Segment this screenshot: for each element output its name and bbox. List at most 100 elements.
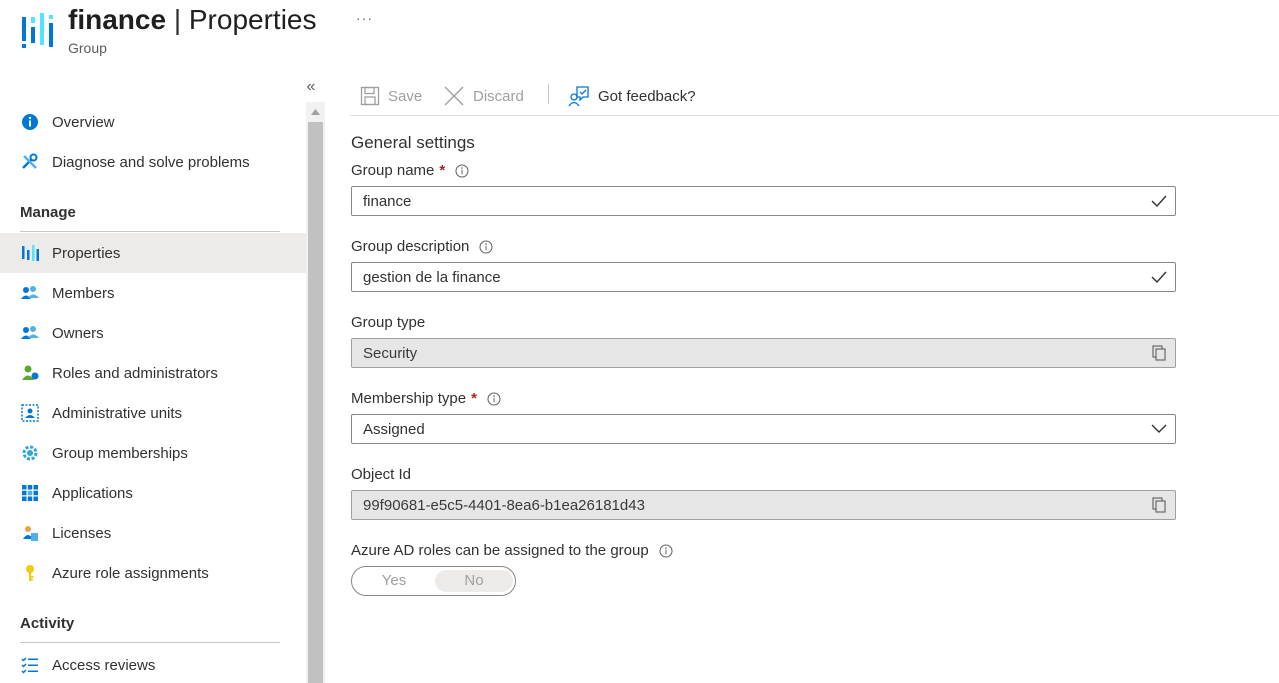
group-name-value: finance [363,192,412,210]
more-options-button[interactable]: ··· [356,10,376,30]
resource-name: finance [68,4,167,35]
gear-icon [20,443,40,463]
object-id-label: Object Id [351,466,411,483]
info-icon[interactable] [455,164,469,178]
group-name-input[interactable]: finance [351,186,1176,216]
sidebar-item-group-memberships[interactable]: Group memberships [0,433,306,473]
properties-icon [20,243,40,263]
toggle-option-yes[interactable]: Yes [355,570,433,592]
checklist-icon [20,655,40,675]
checkmark-icon [1151,269,1167,285]
sidebar-item-overview[interactable]: Overview [0,102,306,142]
admin-units-icon [20,403,40,423]
azure-ad-roles-label-text: Azure AD roles can be assigned to the gr… [351,542,649,559]
sidebar-item-azure-role-assignments[interactable]: Azure role assignments [0,553,306,593]
toggle-option-no[interactable]: No [435,570,513,592]
group-name-label: Group name * [351,162,469,179]
apps-grid-icon [20,483,40,503]
sidebar-item-label: Applications [52,484,133,502]
sidebar-item-label: Overview [52,113,115,131]
section-divider [20,642,280,643]
page-name: Properties [188,4,317,35]
sidebar-item-administrative-units[interactable]: Administrative units [0,393,306,433]
azure-ad-roles-toggle[interactable]: Yes No [351,566,516,596]
group-name-label-text: Group name [351,162,435,179]
sidebar-item-label: Properties [52,244,121,262]
sidebar-item-label: Group memberships [52,444,188,462]
group-type-label: Group type [351,314,425,331]
licenses-icon [20,523,40,543]
membership-type-label-text: Membership type [351,390,467,407]
feedback-label: Got feedback? [598,87,696,105]
sidebar-item-access-reviews[interactable]: Access reviews [0,645,306,683]
azure-ad-roles-label: Azure AD roles can be assigned to the gr… [351,542,673,559]
sidebar-item-applications[interactable]: Applications [0,473,306,513]
title-block: finance | Properties Group [68,2,317,56]
sidebar-item-label: Members [52,284,115,302]
group-type-field: Security [351,338,1176,368]
sidebar-item-label: Roles and administrators [52,364,218,382]
info-icon[interactable] [659,544,673,558]
object-id-field: 99f90681-e5c5-4401-8ea6-b1ea26181d43 [351,490,1176,520]
section-title: General settings [351,133,475,152]
membership-type-label: Membership type * [351,390,501,407]
info-icon[interactable] [479,240,493,254]
members-icon [20,283,40,303]
sidebar-item-diagnose[interactable]: Diagnose and solve problems [0,142,306,182]
scroll-up-arrow-icon[interactable] [306,102,325,122]
discard-label: Discard [473,87,524,105]
sidebar-item-label: Diagnose and solve problems [52,153,250,171]
roles-icon [20,363,40,383]
membership-type-value: Assigned [363,420,425,438]
checkmark-icon [1151,193,1167,209]
wrench-icon [20,152,40,172]
group-description-label: Group description [351,238,493,255]
chevron-down-icon [1151,421,1167,437]
toolbar-divider [548,84,549,104]
copy-icon[interactable] [1151,497,1167,513]
close-icon [444,86,464,106]
section-heading-manage: Manage [20,204,76,221]
sidebar-item-properties[interactable]: Properties [0,233,306,273]
blade-header: finance | Properties Group ··· [0,0,1279,72]
info-icon [20,112,40,132]
page-title: finance | Properties [68,2,317,38]
sidebar-item-owners[interactable]: Owners [0,313,306,353]
title-separator: | [173,4,182,35]
collapse-sidebar-button[interactable]: « [301,78,321,98]
page-subtitle: Group [68,40,107,56]
membership-type-dropdown[interactable]: Assigned [351,414,1176,444]
sidebar-item-members[interactable]: Members [0,273,306,313]
feedback-icon [568,86,589,107]
command-bar: Save Discard Got feedback? [350,78,1279,116]
feedback-button[interactable]: Got feedback? [568,82,696,110]
group-description-label-text: Group description [351,238,470,255]
group-description-value: gestion de la finance [363,268,501,286]
copy-icon[interactable] [1151,345,1167,361]
group-description-input[interactable]: gestion de la finance [351,262,1176,292]
required-asterisk: * [471,390,477,407]
key-icon [20,563,40,583]
sidebar-item-roles-and-administrators[interactable]: Roles and administrators [0,353,306,393]
scrollbar-thumb[interactable] [308,122,323,683]
discard-button[interactable]: Discard [443,82,524,110]
section-divider [20,231,280,232]
group-type-value: Security [363,344,418,362]
group-type-label-text: Group type [351,314,426,331]
sidebar-scrollbar[interactable] [306,102,325,683]
properties-icon [22,13,53,48]
object-id-value: 99f90681-e5c5-4401-8ea6-b1ea26181d43 [363,496,645,514]
save-icon [360,86,380,106]
section-heading-activity: Activity [20,615,75,632]
sidebar-item-licenses[interactable]: Licenses [0,513,306,553]
sidebar: Overview Diagnose and solve problems Man… [0,102,306,683]
sidebar-item-label: Administrative units [52,404,183,422]
sidebar-item-label: Access reviews [52,656,156,674]
save-label: Save [388,87,423,105]
info-icon[interactable] [487,392,501,406]
sidebar-item-label: Licenses [52,524,112,542]
sidebar-item-label: Azure role assignments [52,564,209,582]
save-button[interactable]: Save [360,82,422,110]
required-asterisk: * [439,162,446,179]
object-id-label-text: Object Id [351,466,412,483]
